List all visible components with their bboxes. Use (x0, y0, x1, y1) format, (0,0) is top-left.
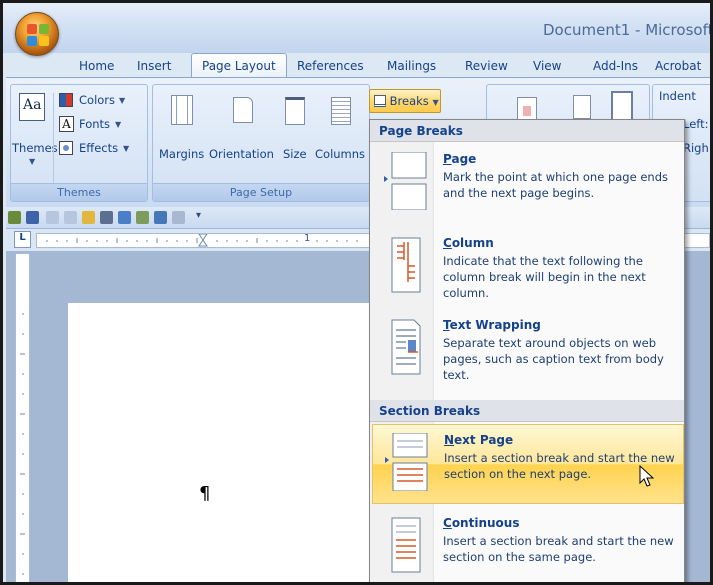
orientation-button[interactable]: Orientation (209, 87, 277, 167)
size-icon (285, 97, 305, 125)
columns-label: Columns (315, 147, 366, 161)
columns-icon (331, 97, 351, 125)
divider (53, 93, 54, 183)
tab-selector[interactable]: L (14, 231, 31, 248)
office-logo-icon (27, 24, 49, 46)
page-break-icon (384, 152, 427, 210)
menu-item-description: Insert a section break and start the new… (443, 534, 674, 564)
continuous-break-icon (391, 517, 421, 573)
indent-label: Indent (659, 89, 696, 103)
indent-left-label: Left: (683, 117, 709, 131)
ruler-number: 1 (304, 233, 311, 244)
chevron-down-icon: ▼ (432, 98, 439, 107)
menu-item-description: Separate text around objects on web page… (443, 336, 664, 382)
menu-item-title: Column (443, 236, 494, 250)
vertical-ruler-ticks (20, 313, 25, 575)
margins-button[interactable]: Margins (157, 87, 205, 167)
window-title: Document1 - Microsoft Wor (543, 21, 713, 39)
document-icon[interactable] (8, 211, 21, 224)
columns-button[interactable]: Columns (313, 87, 369, 167)
text-wrapping-icon (391, 319, 421, 375)
indent-right-label: Righ (683, 141, 709, 155)
orientation-label: Orientation (209, 147, 274, 161)
breaks-menu: Page Breaks Page Mark the point at which… (369, 119, 685, 582)
size-label: Size (283, 147, 307, 161)
breaks-button[interactable]: Breaks ▼ (369, 89, 441, 113)
tab-add-ins[interactable]: Add-Ins (593, 59, 638, 73)
effects-icon (59, 141, 73, 155)
orientation-icon (233, 97, 253, 123)
page-setup-group: Margins Orientation Size Columns Page Se… (152, 84, 370, 202)
menu-item-text-wrapping[interactable]: Text Wrapping Separate text around objec… (372, 310, 684, 390)
effects-label: Effects (79, 141, 119, 155)
section-breaks-header: Section Breaks (370, 400, 684, 422)
tab-insert[interactable]: Insert (137, 59, 171, 73)
chevron-down-icon: ▼ (119, 96, 126, 105)
chevron-down-icon: ▼ (29, 157, 36, 166)
tab-home[interactable]: Home (79, 59, 114, 73)
themes-group-label: Themes (11, 183, 147, 201)
menu-item-continuous[interactable]: Continuous Insert a section break and st… (372, 508, 684, 582)
word-window: Document1 - Microsoft Wor Home Insert Pa… (0, 0, 713, 585)
thesaurus-icon[interactable] (136, 211, 149, 224)
tab-mailings[interactable]: Mailings (387, 59, 436, 73)
menu-item-next-page[interactable]: Next Page Insert a section break and sta… (372, 424, 684, 504)
open-folder-icon[interactable] (82, 211, 95, 224)
menu-item-page[interactable]: Page Mark the point at which one page en… (372, 144, 684, 224)
colors-icon (59, 93, 73, 107)
themes-icon: Aa (19, 93, 45, 121)
office-button[interactable] (15, 12, 59, 56)
page-color-icon[interactable] (573, 95, 591, 119)
menu-item-description: Mark the point at which one page ends an… (443, 170, 668, 200)
colors-label: Colors (79, 93, 116, 107)
fonts-label: Fonts (79, 117, 111, 131)
colors-button[interactable]: Colors ▼ (59, 91, 145, 111)
effects-button[interactable]: Effects ▼ (59, 139, 145, 159)
themes-button[interactable]: Aa Themes ▼ (12, 93, 58, 168)
menu-item-title: Next Page (444, 433, 514, 447)
vertical-ruler[interactable] (15, 253, 30, 582)
margins-icon (171, 95, 193, 125)
breaks-label: Breaks (389, 94, 429, 108)
customize-toolbar-icon[interactable]: ▾ (196, 210, 201, 221)
title-bar: Document1 - Microsoft Wor (3, 3, 713, 56)
menu-item-title: Continuous (443, 516, 520, 530)
chevron-down-icon: ▼ (123, 144, 130, 153)
tab-acrobat[interactable]: Acrobat (655, 59, 701, 73)
format-painter-icon[interactable] (172, 211, 185, 224)
themes-label: Themes (12, 141, 58, 155)
fonts-button[interactable]: A Fonts ▼ (59, 115, 145, 135)
save-icon[interactable] (26, 211, 39, 224)
page-borders-icon[interactable] (611, 91, 633, 121)
menu-item-title: Text Wrapping (443, 318, 541, 332)
redo-icon[interactable] (64, 211, 77, 224)
chevron-down-icon: ▼ (115, 120, 122, 129)
menu-item-description: Indicate that the text following the col… (443, 254, 646, 300)
tab-view[interactable]: View (533, 59, 561, 73)
fonts-icon: A (59, 116, 74, 132)
breaks-icon (374, 95, 386, 107)
tab-page-layout[interactable]: Page Layout (191, 53, 287, 78)
print-preview-icon[interactable] (154, 211, 167, 224)
spelling-icon[interactable] (118, 211, 131, 224)
column-break-icon (391, 237, 421, 293)
page-breaks-header: Page Breaks (370, 120, 684, 142)
print-icon[interactable] (100, 211, 113, 224)
next-page-break-icon (385, 433, 428, 491)
tab-references[interactable]: References (297, 59, 364, 73)
mouse-pointer-icon (639, 465, 655, 487)
page-setup-group-label: Page Setup (153, 183, 369, 201)
menu-item-title: Page (443, 152, 477, 166)
margins-label: Margins (159, 147, 205, 161)
menu-item-column[interactable]: Column Indicate that the text following … (372, 228, 684, 308)
tab-review[interactable]: Review (465, 59, 508, 73)
themes-group: Aa Themes ▼ Colors ▼ A Fonts ▼ Effects ▼… (10, 84, 148, 202)
paragraph-mark: ¶ (199, 483, 211, 504)
undo-icon[interactable] (46, 211, 59, 224)
size-button[interactable]: Size (279, 87, 311, 167)
ribbon-tabs: Home Insert Page Layout References Maili… (3, 53, 710, 78)
